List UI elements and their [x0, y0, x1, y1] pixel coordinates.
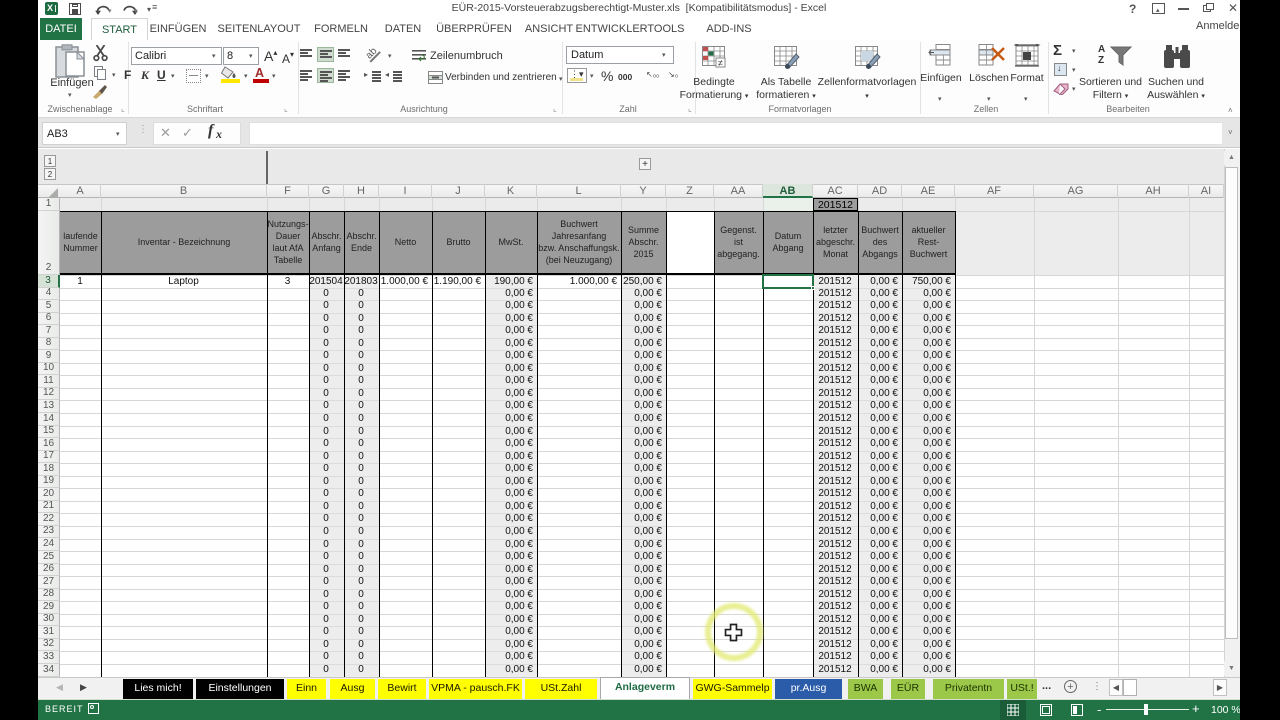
- svg-text:≠: ≠: [718, 58, 723, 68]
